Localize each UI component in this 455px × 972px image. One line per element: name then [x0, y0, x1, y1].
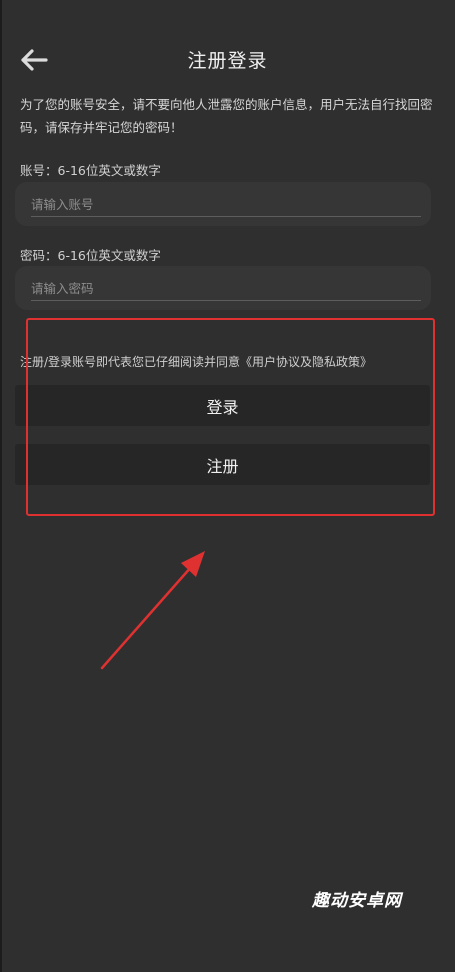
agreement-text[interactable]: 注册/登录账号即代表您已仔细阅读并同意《用户协议及隐私政策》 — [20, 353, 372, 370]
password-field[interactable] — [15, 266, 431, 310]
page-title: 注册登录 — [187, 50, 268, 72]
password-input[interactable] — [31, 276, 421, 301]
annotation-arrow — [100, 551, 205, 670]
security-notice: 为了您的账号安全，请不要向他人泄露您的账户信息，用户无法自行找回密码，请保存并牢… — [20, 97, 433, 135]
account-field[interactable] — [15, 182, 431, 226]
account-input[interactable] — [31, 192, 421, 217]
account-label: 账号：6-16位英文或数字 — [20, 163, 161, 178]
screen-edge — [0, 0, 2, 972]
login-button[interactable]: 登录 — [15, 385, 430, 426]
watermark: 趣动安卓网 — [312, 891, 402, 911]
register-button[interactable]: 注册 — [15, 444, 430, 485]
password-label: 密码：6-16位英文或数字 — [20, 248, 161, 263]
